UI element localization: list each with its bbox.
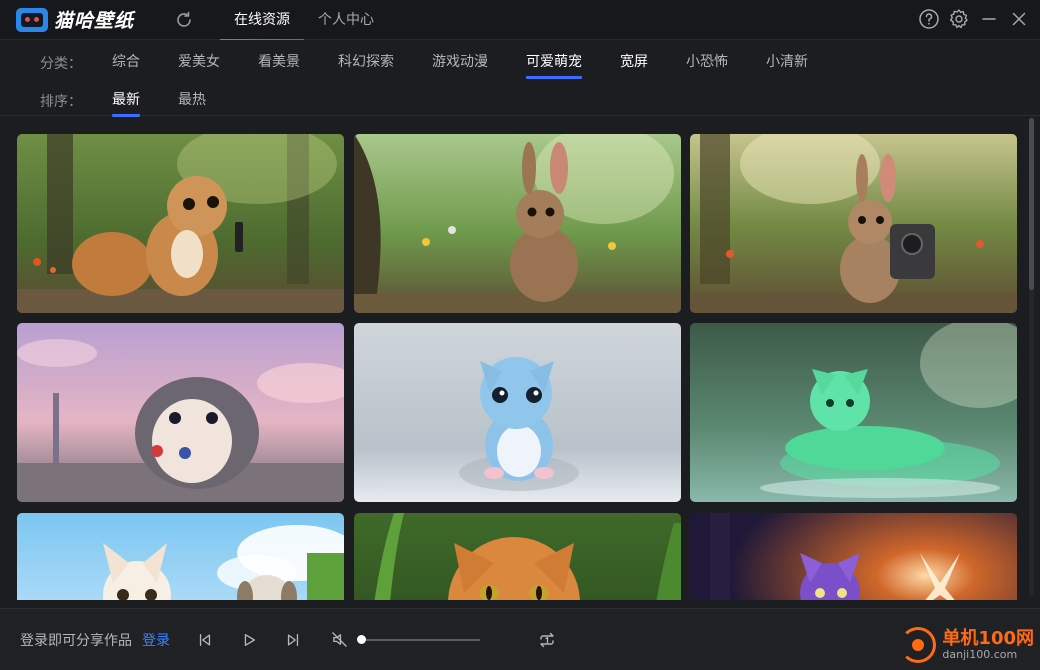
category-games-anime[interactable]: 游戏动漫 [432,50,488,76]
site-watermark: 单机100网 danji100.com [900,627,1034,663]
category-label: 分类： [40,56,82,72]
wallpaper-thumbnail [354,134,681,313]
sort-hottest[interactable]: 最热 [178,88,206,114]
watermark-url: danji100.com [942,647,1018,661]
bottom-player-bar: 登录即可分享作品 登录 单机100网 danji100.com [0,608,1040,670]
watermark-logo-icon [900,627,937,663]
scrollbar-thumb[interactable] [1029,118,1034,290]
wallpaper-thumbnail [354,513,681,600]
logo-icon [16,7,48,32]
gallery-scrollbar[interactable] [1029,118,1034,596]
wallpaper-gallery[interactable] [17,134,1017,600]
tab-personal-center[interactable]: 个人中心 [304,0,388,40]
category-beauty[interactable]: 爱美女 [178,50,220,76]
prev-icon[interactable] [196,631,214,649]
loop-icon[interactable] [538,631,556,649]
filter-panel: 分类： 综合 爱美女 看美景 科幻探索 游戏动漫 可爱萌宠 宽屏 小恐怖 小清新… [0,40,1040,117]
app-logo: 猫哈壁纸 [16,0,134,40]
wallpaper-thumbnail [354,323,681,502]
wallpaper-card[interactable] [354,134,681,313]
category-filter-row: 分类： 综合 爱美女 看美景 科幻探索 游戏动漫 可爱萌宠 宽屏 小恐怖 小清新 [40,50,846,79]
category-scenery[interactable]: 看美景 [258,50,300,76]
sort-newest[interactable]: 最新 [112,88,140,117]
refresh-icon[interactable] [174,10,194,30]
window-controls [918,8,1030,30]
category-widescreen[interactable]: 宽屏 [620,50,648,76]
wallpaper-thumbnail [17,323,344,502]
wallpaper-card[interactable] [17,134,344,313]
wallpaper-card[interactable] [690,323,1017,502]
wallpaper-thumbnail [690,513,1017,600]
category-fresh[interactable]: 小清新 [766,50,808,76]
app-window: 猫哈壁纸 在线资源 个人中心 分类： 综合 爱美女 看美景 科幻探索 游戏动漫 … [0,0,1040,670]
wallpaper-card[interactable] [354,513,681,600]
share-hint-text: 登录即可分享作品 [20,632,132,649]
gear-icon[interactable] [948,8,970,30]
play-icon[interactable] [240,631,258,649]
top-tabs: 在线资源 个人中心 [220,0,388,41]
category-horror[interactable]: 小恐怖 [686,50,728,76]
wallpaper-card[interactable] [690,513,1017,600]
wallpaper-thumbnail [690,134,1017,313]
login-link[interactable]: 登录 [142,630,170,650]
minimize-icon[interactable] [978,8,1000,30]
mute-icon[interactable] [330,631,348,649]
app-title: 猫哈壁纸 [54,10,135,32]
sort-label: 排序： [40,94,82,110]
sort-filter-row: 排序： 最新 最热 [40,88,244,117]
title-bar: 猫哈壁纸 在线资源 个人中心 [0,0,1040,41]
category-general[interactable]: 综合 [112,50,140,76]
wallpaper-card[interactable] [690,134,1017,313]
volume-slider[interactable] [357,634,480,644]
category-cute-pets[interactable]: 可爱萌宠 [526,50,582,79]
wallpaper-thumbnail [17,134,344,313]
help-icon[interactable] [918,8,940,30]
category-scifi[interactable]: 科幻探索 [338,50,394,76]
wallpaper-card[interactable] [17,513,344,600]
wallpaper-card[interactable] [17,323,344,502]
wallpaper-card[interactable] [354,323,681,502]
next-icon[interactable] [284,631,302,649]
wallpaper-thumbnail [17,513,344,600]
volume-slider-knob[interactable] [357,634,366,644]
watermark-name: 单机100网 [942,628,1034,650]
tab-online-resources[interactable]: 在线资源 [220,0,305,41]
wallpaper-thumbnail [690,323,1017,502]
close-icon[interactable] [1008,8,1030,30]
